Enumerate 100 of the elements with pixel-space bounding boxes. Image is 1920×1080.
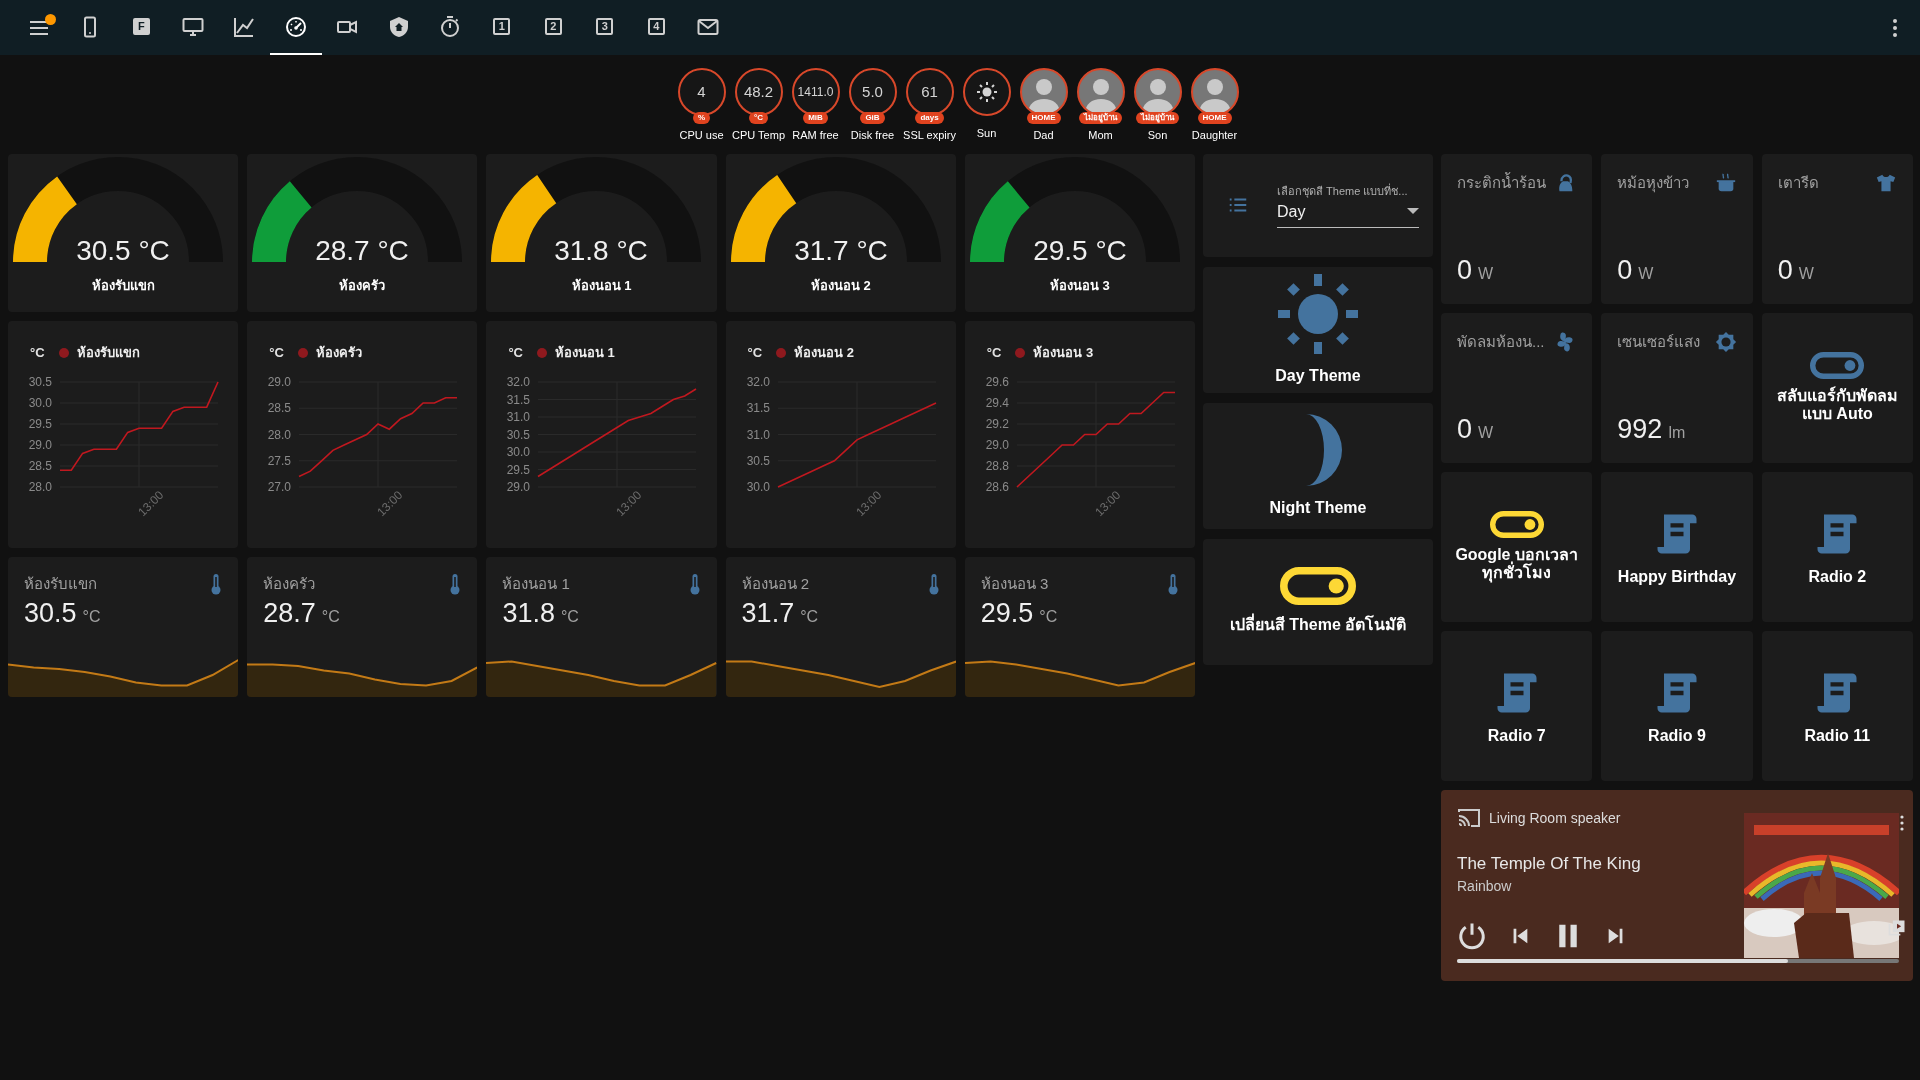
gauge-card[interactable]: 28.7 °C ห้องครัว [247, 153, 478, 312]
tile-name: หม้อหุงข้าว [1617, 172, 1690, 195]
sensor-card[interactable]: ห้องนอน 2 31.7 °C [725, 556, 956, 697]
sun-icon [1276, 271, 1360, 356]
tile-unit: W [1478, 264, 1494, 282]
legend-label[interactable]: ห้องนอน 2 [794, 342, 855, 363]
power-tile[interactable]: เตารีด 0 W [1761, 153, 1913, 304]
script-tile[interactable]: Radio 7 [1441, 630, 1593, 781]
y-tick-label: 29.0 [985, 438, 1009, 453]
toggle-tile[interactable]: Google บอกเวลาทุกชั่วโมง [1441, 471, 1593, 622]
badge-label: % [692, 112, 711, 125]
gauge-value: 31.7 °C [793, 234, 888, 266]
sensor-value: 31.8 [502, 598, 555, 629]
legend-dot [776, 347, 787, 358]
axis-unit: °C [747, 343, 763, 362]
gauge-card[interactable]: 31.8 °C ห้องนอน 1 [486, 153, 717, 312]
sensor-name: ห้องรับแขก [24, 573, 97, 594]
gauge-card[interactable]: 31.7 °C ห้องนอน 2 [725, 153, 956, 312]
script-tile[interactable]: Radio 2 [1761, 471, 1913, 622]
sensor-card[interactable]: ห้องรับแขก 30.5 °C [8, 556, 239, 697]
legend-label[interactable]: ห้องนอน 1 [555, 342, 615, 363]
tab[interactable]: 1 [476, 0, 528, 55]
tile-name: กระติกน้ำร้อน [1457, 171, 1546, 193]
badge-value: 4 [697, 81, 706, 102]
gauge-value: 30.5 °C [76, 234, 170, 266]
power-button[interactable] [1457, 921, 1487, 952]
badge-name: Dad [1033, 128, 1054, 144]
script-tile[interactable]: Happy Birthday [1601, 471, 1753, 622]
sun-icon [974, 80, 999, 104]
power-tile[interactable]: หม้อหุงข้าว 0 W [1601, 153, 1753, 304]
thermometer-icon [688, 572, 701, 595]
sensor-unit: °C [800, 608, 819, 626]
badge-label: GiB [860, 112, 885, 125]
legend-label[interactable]: ห้องนอน 3 [1033, 342, 1094, 363]
badge-name: RAM free [792, 128, 839, 144]
power-tile[interactable]: เซนเซอร์แสง 992 lm [1601, 312, 1753, 463]
tab[interactable]: 2 [527, 0, 579, 55]
badge-name: CPU use [679, 128, 724, 144]
y-tick-label: 31.0 [507, 410, 531, 425]
theme-button[interactable]: เปลี่ยนสี Theme อัตโนมัติ [1203, 538, 1433, 665]
y-tick-label: 28.0 [28, 480, 52, 495]
badge-label: ไม่อยู่บ้าน [1079, 112, 1122, 125]
more-icon [1893, 18, 1897, 37]
sensor-card[interactable]: ห้องครัว 28.7 °C [247, 556, 478, 697]
theme-button[interactable]: Day Theme [1203, 266, 1433, 393]
y-tick-label: 31.5 [507, 392, 531, 407]
script-tile[interactable]: Radio 9 [1601, 630, 1753, 781]
gauge-label: ห้องนอน 1 [570, 276, 633, 295]
y-tick-label: 30.5 [28, 375, 52, 390]
badge-value: 48.2 [743, 81, 774, 102]
tab[interactable]: F [115, 0, 167, 55]
badge-circle[interactable] [962, 68, 1011, 116]
badge-value: 61 [921, 81, 938, 102]
sensor-name: ห้องนอน 2 [741, 573, 810, 594]
sensor-card[interactable]: ห้องนอน 1 31.8 °C [486, 556, 717, 697]
y-tick-label: 28.8 [985, 459, 1009, 474]
y-tick-label: 30.0 [746, 480, 770, 495]
badge-circle[interactable]: 1411.0 [791, 68, 840, 116]
y-tick-label: 28.6 [985, 480, 1009, 495]
legend-label[interactable]: ห้องรับแขก [76, 342, 140, 363]
badge-label: days [915, 112, 944, 125]
sensor-value: 28.7 [263, 598, 316, 629]
sensor-card[interactable]: ห้องนอน 3 29.5 °C [964, 556, 1195, 697]
track-artist: Rainbow [1457, 877, 1513, 897]
gauge-card[interactable]: 29.5 °C ห้องนอน 3 [964, 153, 1195, 312]
badge-label: °C [749, 112, 768, 125]
select-label: เลือกชุดสี Theme แบบที่ช... [1277, 183, 1409, 200]
tab[interactable]: 4 [630, 0, 682, 55]
badge-circle[interactable]: 5.0 [848, 68, 897, 116]
y-tick-label: 29.0 [28, 438, 52, 453]
power-tile[interactable]: กระติกน้ำร้อน 0 W [1441, 153, 1593, 304]
sensor-value: 30.5 [24, 598, 77, 629]
badge-name: SSL expiry [903, 128, 956, 144]
sensor-unit: °C [82, 608, 101, 626]
tab[interactable]: 3 [579, 0, 631, 55]
theme-button[interactable]: Night Theme [1203, 402, 1433, 529]
thermometer-icon [927, 572, 940, 595]
badge-circle[interactable]: 4 [677, 68, 726, 116]
badge-name: CPU Temp [732, 128, 785, 144]
gauge-icon [283, 14, 308, 39]
tile-name: พัดลมห้องน... [1457, 331, 1545, 352]
y-tick-label: 29.5 [28, 417, 52, 432]
y-tick-label: 27.5 [267, 454, 292, 469]
gauge-card[interactable]: 30.5 °C ห้องรับแขก [8, 153, 239, 312]
badge-name: Mom [1088, 128, 1113, 144]
y-tick-label: 29.4 [985, 396, 1009, 411]
tile-value: 992 [1617, 413, 1663, 444]
badge-label: HOME [1197, 112, 1232, 125]
gauge-label: ห้องนอน 2 [809, 276, 872, 295]
y-tick-label: 30.5 [507, 427, 531, 442]
toggle-tile[interactable]: สลับแอร์กับพัดลม แบบ Auto [1761, 312, 1913, 463]
badge-label: HOME [1026, 112, 1061, 125]
more-button[interactable] [1899, 814, 1905, 831]
gauge-value: 28.7 °C [315, 234, 410, 266]
legend-label[interactable]: ห้องครัว [315, 342, 362, 363]
progress-track[interactable] [1457, 958, 1899, 963]
script-tile[interactable]: Radio 11 [1761, 630, 1913, 781]
badge-value: 1411.0 [797, 84, 834, 101]
power-tile[interactable]: พัดลมห้องน... 0 W [1441, 312, 1593, 463]
theme-select[interactable]: Day [1277, 199, 1419, 228]
